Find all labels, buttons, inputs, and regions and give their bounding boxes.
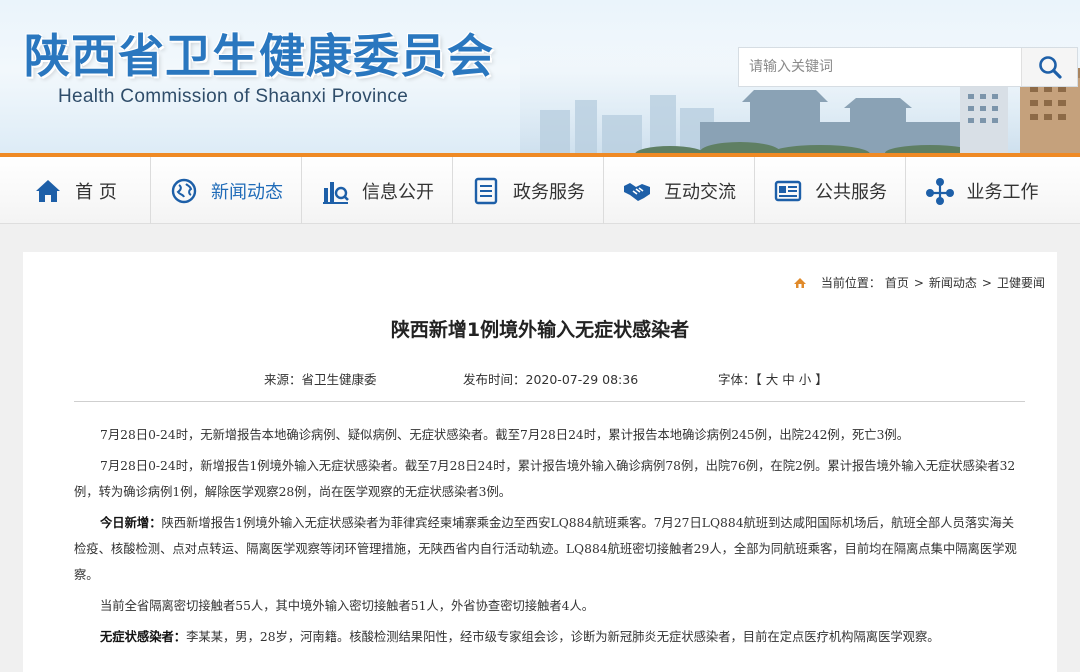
breadcrumb-link-news[interactable]: 新闻动态 [929, 274, 977, 291]
breadcrumb-separator: > [913, 275, 924, 290]
home-location-icon [793, 277, 806, 288]
document-icon [471, 176, 501, 206]
nav-item-news[interactable]: 新闻动态 [151, 157, 302, 224]
network-icon [925, 176, 955, 206]
search-button[interactable] [1021, 48, 1077, 86]
bar-chart-icon [320, 176, 350, 206]
breadcrumb: 当前位置： 首页 > 新闻动态 > 卫健要闻 [793, 274, 1045, 291]
article-publish-time: 发布时间：2020-07-29 08:36 [463, 372, 639, 387]
article-title: 陕西新增1例境外输入无症状感染者 [390, 319, 690, 341]
breadcrumb-separator: > [981, 275, 992, 290]
nav-item-info-disclosure[interactable]: 信息公开 [302, 157, 453, 224]
site-subtitle: Health Commission of Shaanxi Province [58, 86, 409, 107]
nav-label: 信息公开 [362, 181, 434, 203]
nav-item-business[interactable]: 业务工作 [906, 157, 1057, 224]
handshake-icon [622, 176, 652, 206]
article-paragraph: 7月28日0-24时，无新增报告本地确诊病例、疑似病例、无症状感染者。截至7月2… [100, 428, 910, 442]
id-card-icon [773, 176, 803, 206]
home-icon [33, 176, 63, 206]
font-size-label: 字体： [718, 372, 756, 387]
article-source: 来源：省卫生健康委 [264, 372, 377, 387]
title-divider [74, 401, 1025, 402]
article-paragraph: 无症状感染者：李某某，男，28岁，河南籍。核酸检测结果阳性，经市级专家组会诊，诊… [100, 629, 940, 644]
article-meta: 来源：省卫生健康委 发布时间：2020-07-29 08:36 字体：【 大 中… [23, 369, 1057, 389]
nav-label: 业务工作 [966, 181, 1039, 203]
article-panel: 当前位置： 首页 > 新闻动态 > 卫健要闻 陕西新增1例境外输入无症状感染者 … [23, 252, 1057, 672]
paragraph-lead: 今日新增： [100, 515, 162, 530]
site-header: 陕西省卫生健康委员会 Health Commission of Shaanxi … [0, 0, 1080, 157]
nav-label: 首 页 [75, 181, 117, 203]
nav-item-public-services[interactable]: 公共服务 [755, 157, 906, 224]
nav-item-interaction[interactable]: 互动交流 [604, 157, 755, 224]
breadcrumb-prefix: 当前位置： [820, 276, 881, 290]
site-title[interactable]: 陕西省卫生健康委员会 [24, 20, 494, 86]
search-icon [1038, 56, 1062, 79]
nav-label: 政务服务 [513, 181, 585, 203]
article-body: 7月28日0-24时，无新增报告本地确诊病例、疑似病例、无症状感染者。截至7月2… [74, 422, 1025, 655]
breadcrumb-link-health-news[interactable]: 卫健要闻 [997, 274, 1045, 291]
font-size-medium-link[interactable]: 中 [782, 372, 795, 387]
search-input[interactable] [739, 48, 1021, 86]
article-paragraph: 当前全省隔离密切接触者55人，其中境外输入密切接触者51人，外省协查密切接触者4… [100, 599, 595, 613]
nav-label: 公共服务 [815, 181, 887, 203]
nav-label: 互动交流 [664, 181, 736, 203]
nav-label: 新闻动态 [211, 181, 283, 203]
nav-item-gov-services[interactable]: 政务服务 [453, 157, 604, 224]
paragraph-lead: 无症状感染者： [100, 629, 187, 644]
font-size-control: 字体：【 大 中 小 】 [718, 372, 828, 387]
article-paragraph: 今日新增：陕西新增报告1例境外输入无症状感染者为菲律宾经柬埔寨乘金边至西安LQ8… [74, 515, 1017, 582]
main-nav: 首 页 新闻动态 信息公开 政务服务 互动交流 公共服务 业务工作 [0, 157, 1080, 224]
article-paragraph: 7月28日0-24时，新增报告1例境外输入无症状感染者。截至7月28日24时，累… [74, 459, 1016, 499]
search-box [738, 47, 1078, 87]
globe-icon [169, 176, 199, 206]
font-size-small-link[interactable]: 小 [799, 372, 812, 387]
nav-item-home[interactable]: 首 页 [0, 157, 151, 224]
breadcrumb-link-home[interactable]: 首页 [885, 274, 909, 291]
font-size-large-link[interactable]: 大 [766, 372, 779, 387]
